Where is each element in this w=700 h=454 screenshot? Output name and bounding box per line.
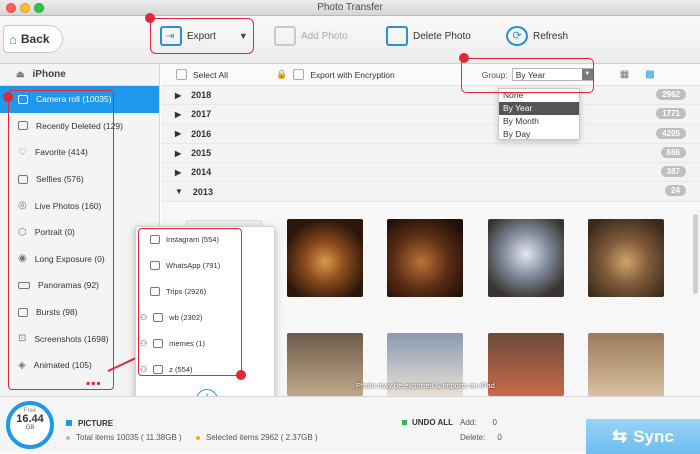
storage-gauge: Free 16.44 GB [6, 401, 54, 449]
export-encryption-label: Export with Encryption [310, 69, 395, 80]
select-all-checkbox[interactable] [176, 69, 187, 80]
free-unit: GB [25, 425, 35, 431]
photo-thumbnail[interactable] [488, 333, 564, 396]
year-label: 2018 [191, 90, 212, 101]
eject-icon: ⏏ [16, 69, 25, 79]
photo-thumbnail[interactable] [588, 333, 664, 396]
select-all-label: Select All [193, 69, 228, 80]
expand-arrow-icon: ▶ [175, 148, 182, 158]
count-badge: 686 [660, 146, 686, 158]
delete-count: Delete: 0 [460, 433, 502, 442]
device-header[interactable]: ⏏ iPhone [0, 64, 159, 86]
add-photo-label: Add Photo [301, 30, 348, 42]
export-encryption-checkbox[interactable] [293, 69, 305, 80]
annotation-dot-albums [236, 370, 246, 380]
selected-items: Selected items 2962 ( 2.37GB ) [196, 433, 318, 442]
year-row-2016[interactable]: ▶ 2016 4205 [161, 124, 700, 144]
expand-arrow-icon: ▶ [175, 129, 182, 139]
year-label: 2015 [191, 148, 212, 159]
annotation-box-albums [138, 228, 242, 376]
group-option-by-year[interactable]: By Year [499, 102, 579, 115]
grid-small-view-icon[interactable]: ▩ [645, 69, 654, 80]
photo-thumbnail[interactable] [387, 219, 463, 297]
total-items: Total items 10035 ( 11.38GB ) [66, 433, 182, 442]
annotation-ellipsis: ▪▪▪ [86, 376, 102, 390]
count-badge: 24 [665, 185, 686, 197]
expand-arrow-icon: ▶ [175, 167, 182, 177]
lock-icon: 🔒 [275, 69, 288, 79]
photo-thumbnail[interactable] [287, 333, 363, 396]
free-value: 16.44 [16, 413, 44, 425]
scrollbar[interactable] [693, 214, 698, 294]
sync-label: Sync [633, 426, 674, 446]
picture-label: PICTURE [66, 419, 113, 428]
year-row-2015[interactable]: ▶ 2015 686 [161, 143, 700, 164]
sync-icon: ⇆ [612, 426, 628, 446]
expand-arrow-icon: ▶ [175, 90, 182, 100]
photo-thumbnail[interactable] [488, 219, 564, 297]
delete-photo-label: Delete Photo [413, 30, 471, 42]
annotation-box-group [461, 58, 594, 93]
delete-photo-button[interactable]: Delete Photo [386, 26, 471, 46]
annotation-dot-export [145, 13, 155, 23]
year-row-2017[interactable]: ▶ 2017 1771 [161, 105, 700, 125]
year-label: 2013 [192, 186, 213, 197]
sync-button[interactable]: ⇆ Sync [586, 419, 700, 454]
year-label: 2017 [191, 109, 212, 120]
refresh-button[interactable]: ⟳ Refresh [506, 26, 568, 46]
photo-thumbnail[interactable] [588, 219, 664, 297]
notice-text: Photo may be exported & imports on iPad [356, 381, 495, 390]
annotation-dot-sidebar [3, 92, 13, 102]
add-photo-button[interactable]: Add Photo [274, 26, 348, 46]
back-button[interactable]: ⌂ Back [3, 25, 63, 53]
annotation-box-export [150, 18, 254, 54]
expand-arrow-icon: ▶ [175, 109, 182, 119]
device-name: iPhone [32, 69, 66, 80]
year-row-2014[interactable]: ▶ 2014 387 [161, 163, 700, 183]
photo-thumbnail[interactable] [287, 219, 363, 297]
count-badge: 1771 [656, 108, 686, 120]
year-label: 2016 [191, 128, 212, 139]
year-row-2013[interactable]: ▼ 2013 24 [161, 182, 700, 202]
count-badge: 387 [660, 166, 686, 178]
home-icon: ⌂ [9, 31, 17, 47]
window-title: Photo Transfer [317, 2, 383, 13]
count-badge: 2962 [656, 89, 686, 100]
add-photo-icon [274, 26, 296, 46]
refresh-icon: ⟳ [506, 26, 528, 46]
group-dropdown-menu: None By Year By Month By Day [498, 88, 580, 140]
grid-large-view-icon[interactable]: ▦ [620, 69, 629, 80]
year-row-2018[interactable]: ▶ 2018 2962 [161, 86, 700, 106]
collapse-arrow-icon: ▼ [175, 187, 183, 197]
back-label: Back [20, 32, 50, 46]
footer: Free 16.44 GB PICTURE Total items 10035 … [0, 396, 700, 454]
delete-photo-icon [386, 26, 408, 46]
group-option-by-day[interactable]: By Day [499, 128, 579, 141]
group-option-by-month[interactable]: By Month [499, 115, 579, 128]
count-badge: 4205 [656, 127, 686, 139]
undo-all-button[interactable]: UNDO ALL [402, 418, 453, 427]
refresh-label: Refresh [533, 30, 569, 42]
title-bar: Photo Transfer [0, 0, 700, 16]
photos-header: Select All 🔒 Export with Encryption Grou… [161, 64, 700, 86]
year-label: 2014 [191, 167, 212, 178]
add-count: Add: 0 [460, 418, 497, 427]
annotation-dot-group [459, 53, 469, 63]
toolbar: ⌂ Back ⇥ Export ▼ Add Photo Delete Photo… [0, 16, 700, 64]
annotation-box-sidebar [8, 90, 114, 390]
